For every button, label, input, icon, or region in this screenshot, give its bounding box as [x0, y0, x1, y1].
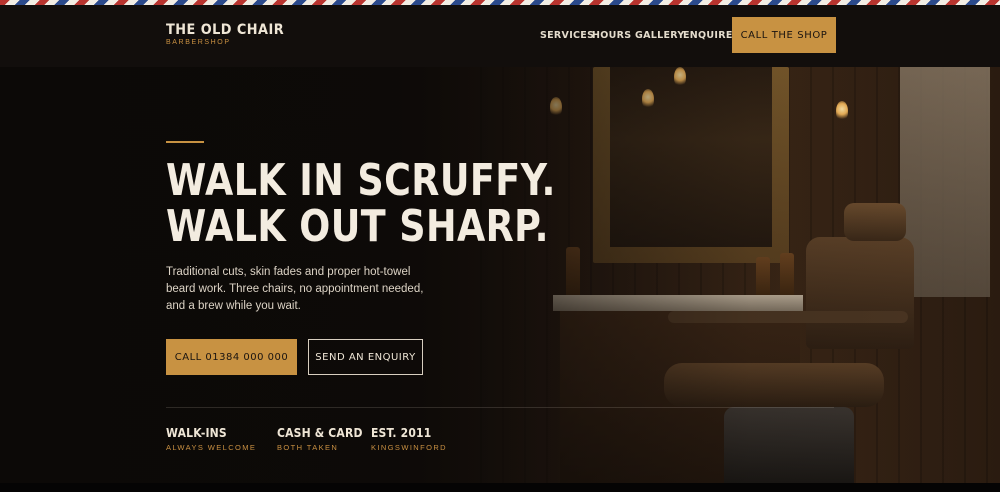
- call-phone-button[interactable]: CALL 01384 000 000: [166, 339, 297, 375]
- bottom-edge: [0, 483, 1000, 492]
- site-header: THE OLD CHAIR BARBERSHOP SERVICES HOURS …: [0, 5, 1000, 67]
- feature-subtitle: BOTH TAKEN: [277, 443, 339, 452]
- hero-subcopy: Traditional cuts, skin fades and proper …: [166, 266, 424, 312]
- feature-payment: CASH & CARD BOTH TAKEN: [277, 426, 372, 452]
- feature-subtitle: ALWAYS WELCOME: [166, 443, 257, 452]
- logo-title: THE OLD CHAIR: [166, 22, 285, 38]
- nav-link-services[interactable]: SERVICES: [540, 30, 594, 41]
- call-the-shop-button[interactable]: CALL THE SHOP: [732, 17, 836, 53]
- hero-headline: WALK IN SCRUFFY. WALK OUT SHARP.: [166, 155, 556, 252]
- accent-rule: [166, 141, 204, 143]
- nav-link-hours[interactable]: HOURS: [592, 30, 631, 41]
- feature-established: EST. 2011 KINGSWINFORD: [371, 426, 447, 452]
- headline-line-1: WALK IN SCRUFFY.: [166, 155, 556, 206]
- send-enquiry-button[interactable]: SEND AN ENQUIRY: [308, 339, 423, 375]
- site-logo[interactable]: THE OLD CHAIR BARBERSHOP: [166, 22, 294, 46]
- features-divider: [166, 407, 834, 408]
- feature-subtitle: KINGSWINFORD: [371, 443, 447, 452]
- feature-title: WALK-INS: [166, 426, 227, 440]
- feature-walk-ins: WALK-INS ALWAYS WELCOME: [166, 426, 256, 452]
- logo-tagline: BARBERSHOP: [166, 39, 231, 46]
- hero-section: [0, 67, 1000, 483]
- headline-line-2: WALK OUT SHARP.: [166, 201, 549, 252]
- feature-title: CASH & CARD: [277, 426, 363, 440]
- feature-title: EST. 2011: [371, 426, 432, 440]
- nav-link-gallery[interactable]: GALLERY: [635, 30, 685, 41]
- nav-link-enquire[interactable]: ENQUIRE: [683, 30, 733, 41]
